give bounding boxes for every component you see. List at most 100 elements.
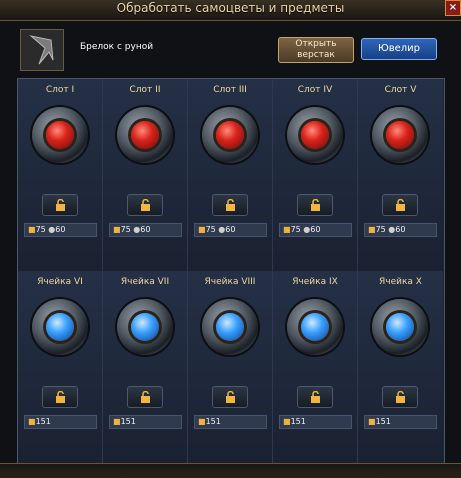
open-workbench-button[interactable]: Открыть верстак <box>278 37 354 63</box>
red-gem-icon <box>301 121 329 149</box>
cost-box: ■151 <box>24 415 97 429</box>
gem-socket[interactable] <box>32 299 88 355</box>
unlock-icon <box>226 391 235 403</box>
cost-gold: 75 <box>290 225 301 234</box>
slot-label: Ячейка VI <box>37 277 83 287</box>
unlock-button[interactable] <box>127 386 163 408</box>
slot-label: Ячейка VII <box>120 277 170 287</box>
unlock-button[interactable] <box>382 194 418 216</box>
gem-socket[interactable] <box>372 107 428 163</box>
coin-icon: ■ <box>28 225 36 234</box>
slot-cell: Слот II ■75 ●60 <box>103 79 188 271</box>
cost-box: ■75 ●60 <box>279 223 352 237</box>
cost-box: ■151 <box>364 415 437 429</box>
unlock-icon <box>311 391 320 403</box>
close-button[interactable]: × <box>445 0 461 16</box>
blue-gem-icon <box>46 313 74 341</box>
slot-label: Слот V <box>384 85 417 95</box>
unlock-button[interactable] <box>212 194 248 216</box>
coin-icon: ■ <box>113 417 121 426</box>
slot-label: Слот II <box>129 85 161 95</box>
unlock-button[interactable] <box>42 386 78 408</box>
unlock-icon <box>226 199 235 211</box>
blue-gem-icon <box>216 313 244 341</box>
blue-gem-icon <box>131 313 159 341</box>
cost-box: ■151 <box>109 415 182 429</box>
jewel-processing-window: Обработать самоцветы и предметы × Брелок… <box>0 0 461 478</box>
slot-label: Слот I <box>45 85 75 95</box>
red-gem-icon <box>131 121 159 149</box>
unlock-button[interactable] <box>382 386 418 408</box>
slot-label: Слот III <box>213 85 247 95</box>
slot-cell: Слот V ■75 ●60 <box>358 79 443 271</box>
cost-other: 60 <box>225 225 236 234</box>
cost-box: ■75 ●60 <box>109 223 182 237</box>
slot-label: Ячейка VIII <box>204 277 256 287</box>
gem-socket[interactable] <box>202 299 258 355</box>
item-name: Брелок с руной <box>80 42 154 52</box>
coin-icon: ■ <box>28 417 36 426</box>
slot-label: Ячейка IX <box>292 277 338 287</box>
cost-other: 60 <box>310 225 321 234</box>
unlock-icon <box>56 199 65 211</box>
slot-cell: Слот III ■75 ●60 <box>188 79 273 271</box>
cost-box: ■151 <box>279 415 352 429</box>
cost-gold: 151 <box>375 417 391 426</box>
unlock-icon <box>396 199 405 211</box>
gem-socket[interactable] <box>372 299 428 355</box>
window-title: Обработать самоцветы и предметы <box>116 1 345 15</box>
cost-gold: 151 <box>35 417 51 426</box>
coin-icon: ■ <box>113 225 121 234</box>
unlock-icon <box>396 391 405 403</box>
coin-icon: ■ <box>198 417 206 426</box>
unlock-button[interactable] <box>127 194 163 216</box>
gem-socket[interactable] <box>287 299 343 355</box>
gem-socket[interactable] <box>32 107 88 163</box>
coin-icon: ■ <box>198 225 206 234</box>
cost-gold: 151 <box>205 417 221 426</box>
gem-socket[interactable] <box>202 107 258 163</box>
gem-socket[interactable] <box>117 107 173 163</box>
slot-cell: Слот IV ■75 ●60 <box>273 79 358 271</box>
unlock-button[interactable] <box>297 386 333 408</box>
unlock-icon <box>141 391 150 403</box>
cost-gold: 75 <box>375 225 386 234</box>
bottom-bar <box>0 463 461 478</box>
cost-box: ■151 <box>194 415 267 429</box>
blue-gem-icon <box>386 313 414 341</box>
cost-other: 60 <box>140 225 151 234</box>
cost-gold: 151 <box>120 417 136 426</box>
unlock-button[interactable] <box>297 194 333 216</box>
coin-icon: ■ <box>368 225 376 234</box>
cost-box: ■75 ●60 <box>364 223 437 237</box>
cost-box: ■75 ●60 <box>24 223 97 237</box>
unlock-icon <box>311 199 320 211</box>
unlock-button[interactable] <box>212 386 248 408</box>
workbench-label-line1: Открыть <box>295 39 337 49</box>
gem-socket[interactable] <box>287 107 343 163</box>
cell-slot: Ячейка VI ■151 <box>18 271 103 463</box>
cell-slot: Ячейка IX ■151 <box>273 271 358 463</box>
coin-icon: ■ <box>368 417 376 426</box>
title-bar: Обработать самоцветы и предметы × <box>0 0 461 21</box>
rune-charm-icon <box>21 30 63 70</box>
gem-socket[interactable] <box>117 299 173 355</box>
red-gem-icon <box>216 121 244 149</box>
unlock-button[interactable] <box>42 194 78 216</box>
jeweler-button[interactable]: Ювелир <box>361 38 437 60</box>
slot-label: Ячейка X <box>379 277 422 287</box>
coin-icon: ■ <box>283 417 291 426</box>
item-thumbnail[interactable] <box>20 29 64 71</box>
unlock-icon <box>141 199 150 211</box>
cell-slot: Ячейка X ■151 <box>358 271 443 463</box>
slot-cell: Слот I ■75 ●60 <box>18 79 103 271</box>
cost-other: 60 <box>55 225 66 234</box>
cost-gold: 75 <box>35 225 46 234</box>
cell-slot: Ячейка VII ■151 <box>103 271 188 463</box>
red-gem-icon <box>386 121 414 149</box>
slot-grid: Слот I ■75 ●60 Слот II ■75 ●60 Слот III <box>17 78 445 464</box>
red-gem-icon <box>46 121 74 149</box>
unlock-icon <box>56 391 65 403</box>
cost-box: ■75 ●60 <box>194 223 267 237</box>
cost-other: 60 <box>395 225 406 234</box>
